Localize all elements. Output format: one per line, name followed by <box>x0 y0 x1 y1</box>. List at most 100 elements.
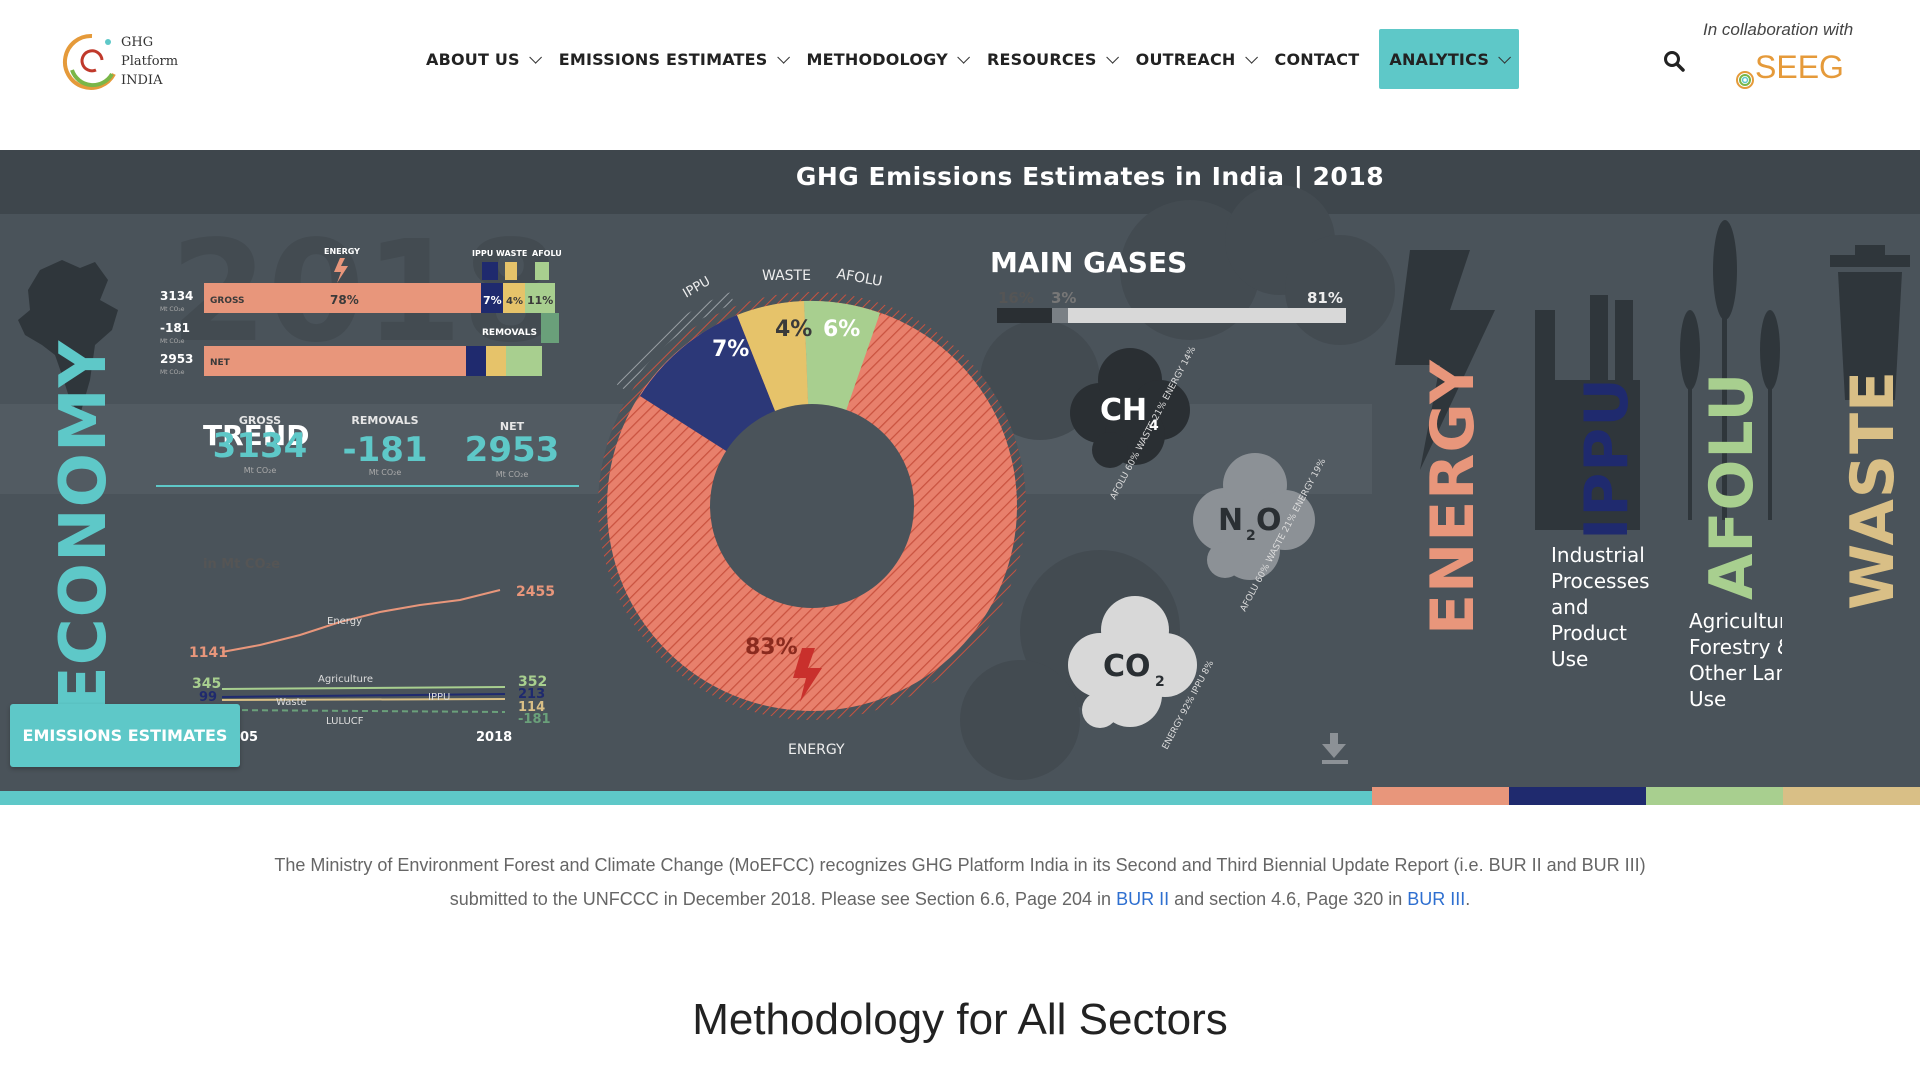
ippu-desc-line: Product <box>1551 621 1627 645</box>
net-row-value: 2953 <box>160 352 193 366</box>
afolu-desc-line: Agriculture <box>1689 609 1782 633</box>
nav-analytics[interactable]: ANALYTICS <box>1379 29 1520 89</box>
stat-net-value: 2953 <box>464 430 560 470</box>
ghg-platform-logo[interactable]: GHG Platform INDIA <box>62 30 187 94</box>
nav-about-us-label: ABOUT US <box>426 49 520 69</box>
afolu-description: Agriculture Forestry & Other Land Use <box>1689 608 1782 712</box>
afolu-desc-line: Forestry & <box>1689 635 1782 659</box>
logo-text: GHG Platform INDIA <box>121 33 178 90</box>
main-gases-title: MAIN GASES <box>990 246 1187 279</box>
ippu-description: Industrial Processes and Product Use <box>1551 542 1650 672</box>
small-wheat-icon <box>535 262 549 280</box>
trend-waste-line <box>221 698 506 701</box>
gross-afolu-pct: 11% <box>527 294 553 307</box>
trend-lulucf-end: -181 <box>518 712 551 727</box>
sector-afolu-label: AFOLU <box>1697 371 1767 600</box>
nav-outreach[interactable]: OUTREACH <box>1136 29 1275 89</box>
donut-afolu-label: AFOLU <box>835 266 883 290</box>
trend-ippu-start: 99 <box>199 690 217 705</box>
search-icon[interactable] <box>1663 50 1685 72</box>
chevron-down-icon <box>1498 50 1512 64</box>
methodology-heading: Methodology for All Sectors <box>692 995 1228 1044</box>
ippu-desc-line: Industrial <box>1551 543 1645 567</box>
bur-ii-link[interactable]: BUR II <box>1116 889 1169 909</box>
emissions-estimates-button[interactable]: EMISSIONS ESTIMATES <box>10 704 240 767</box>
nav-about-us[interactable]: ABOUT US <box>426 29 559 89</box>
net-row-unit: Mt CO₂e <box>160 369 185 376</box>
nav-methodology[interactable]: METHODOLOGY <box>807 29 987 89</box>
notice-text: . <box>1465 889 1471 909</box>
stat-gross-value: 3134 <box>212 426 308 466</box>
trend-ippu-label: IPPU <box>428 692 450 703</box>
bur-iii-link[interactable]: BUR III <box>1407 889 1465 909</box>
nav-resources-label: RESOURCES <box>986 49 1097 69</box>
waste-icon-label: WASTE <box>496 249 527 258</box>
nav-emissions-estimates[interactable]: EMISSIONS ESTIMATES <box>559 29 807 89</box>
logo-line-ghg: GHG <box>121 35 154 50</box>
donut-ippu-pct: 7% <box>712 337 749 362</box>
removals-row-unit: Mt CO₂e <box>160 338 185 345</box>
donut-afolu-pct: 6% <box>823 317 860 342</box>
gross-row-label: GROSS <box>210 296 245 306</box>
main-nav: ABOUT US EMISSIONS ESTIMATES METHODOLOGY… <box>426 29 1520 89</box>
trend-x-end: 2018 <box>476 730 512 745</box>
ippu-desc-line: and <box>1551 595 1589 619</box>
gas-pct-c: 81% <box>1307 289 1343 307</box>
trend-agri-label: Agriculture <box>318 674 373 685</box>
economy-label: ECONOMY <box>47 339 121 710</box>
afolu-color-strip <box>1646 787 1783 805</box>
removals-row-label: REMOVALS <box>482 328 537 338</box>
energy-color-strip <box>1372 787 1509 805</box>
net-bar <box>204 346 542 376</box>
waste-color-strip <box>1783 787 1920 805</box>
afolu-icon-label: AFOLU <box>532 249 562 258</box>
small-trash-icon <box>505 262 517 280</box>
trend-agriculture-line <box>221 686 506 690</box>
stat-removals-value: -181 <box>342 430 428 470</box>
trend-ippu-line <box>221 693 506 698</box>
gross-ippu-pct: 7% <box>483 294 502 307</box>
seeg-logo-text: SEEG <box>1755 49 1843 85</box>
stat-removals-unit: Mt CO₂e <box>368 468 402 477</box>
donut-waste-pct: 4% <box>775 317 812 342</box>
gross-energy-pct: 78% <box>330 293 359 307</box>
gross-bar <box>204 283 555 313</box>
chevron-down-icon <box>529 50 542 64</box>
trend-waste-label: Waste <box>276 697 307 708</box>
emissions-infographic-banner: GHG Emissions Estimates in India | 2018 … <box>0 150 1920 805</box>
gas-bar-b <box>1052 308 1068 323</box>
chevron-down-icon <box>776 50 790 64</box>
moefcc-notice: The Ministry of Environment Forest and C… <box>250 848 1670 916</box>
co2-subscript: 2 <box>1155 674 1165 690</box>
seeg-logo[interactable]: SEEG <box>1733 48 1844 98</box>
site-header: GHG Platform INDIA ABOUT US EMISSIONS ES… <box>0 0 1920 150</box>
n2o-label: N <box>1218 503 1243 538</box>
ippu-desc-line: Use <box>1551 647 1589 671</box>
small-factory-icon <box>482 262 498 280</box>
afolu-desc-line: Use <box>1689 687 1727 711</box>
trend-x-start: 05 <box>240 730 258 745</box>
collaboration-text: In collaboration with <box>1703 20 1854 39</box>
sector-waste-label: WASTE <box>1838 369 1908 610</box>
trend-lulucf-line <box>221 709 506 713</box>
nav-outreach-label: OUTREACH <box>1135 49 1236 69</box>
energy-icon-label: ENERGY <box>324 247 360 256</box>
nav-contact-label: CONTACT <box>1274 49 1360 69</box>
nav-resources[interactable]: RESOURCES <box>987 29 1136 89</box>
gas-bar-c <box>1068 308 1346 323</box>
gross-row-unit: Mt CO₂e <box>160 306 185 313</box>
nav-contact[interactable]: CONTACT <box>1275 29 1360 89</box>
logo-line-india: INDIA <box>121 73 163 88</box>
gas-pct-a: 16% <box>998 289 1034 307</box>
afolu-desc-line: Other Land <box>1689 661 1782 685</box>
notice-text: and section 4.6, Page 320 in <box>1169 889 1408 909</box>
donut-ippu-label: IPPU <box>681 274 714 302</box>
nav-analytics-label: ANALYTICS <box>1389 49 1490 69</box>
sector-ippu-label: IPPU <box>1572 377 1642 540</box>
net-row-label: NET <box>210 358 231 368</box>
chevron-down-icon <box>1105 50 1119 64</box>
trend-energy-end: 2455 <box>516 584 555 600</box>
trend-energy-label: Energy <box>327 616 362 627</box>
donut-waste-label: WASTE <box>762 268 811 284</box>
gas-bar-a <box>997 308 1052 323</box>
